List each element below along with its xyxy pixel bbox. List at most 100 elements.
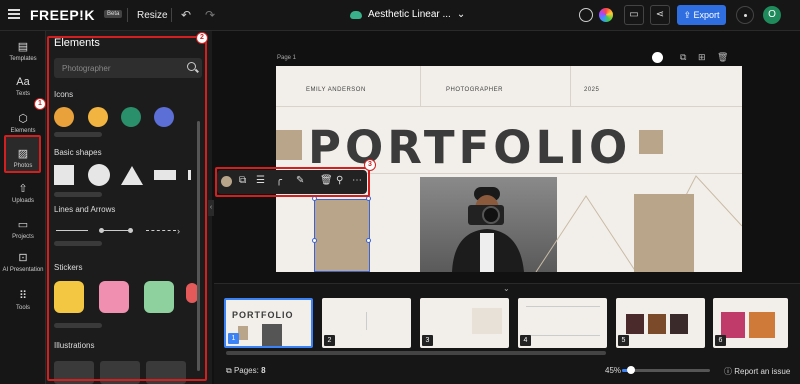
resize-handle[interactable] [312, 238, 317, 243]
shapes-icon: ⬡ [18, 113, 28, 125]
sticker-item[interactable] [54, 281, 84, 313]
icon-item[interactable] [88, 107, 108, 127]
report-issue-label: Report an issue [734, 367, 791, 376]
page-number: 1 [228, 333, 239, 344]
page-number: 5 [618, 335, 629, 346]
thumb-photo [749, 312, 775, 338]
rail-item-elements[interactable]: ⬡ Elements [0, 113, 46, 134]
page-number: 4 [520, 335, 531, 346]
ai-presentation-icon: ⊡ [18, 252, 28, 264]
photo-icon: ▨ [17, 148, 29, 160]
slide-rule [276, 106, 742, 107]
search-icon[interactable] [187, 62, 196, 71]
section-illustrations: Illustrations [54, 341, 95, 350]
thumb-block [472, 308, 502, 334]
strip-scrollbar[interactable] [226, 351, 606, 355]
palette-icon[interactable] [579, 8, 593, 22]
undo-icon[interactable]: ↶ [181, 8, 191, 22]
cloud-saved-icon [350, 10, 362, 19]
folder-icon: ▭ [17, 219, 29, 231]
illustration-item[interactable] [100, 361, 140, 384]
avatar[interactable]: O [763, 6, 781, 24]
page-label: Page 1 [277, 55, 297, 61]
search-placeholder: Photographer [62, 64, 111, 73]
page-thumbnail[interactable]: 4 [518, 298, 607, 348]
square-shape[interactable] [54, 165, 74, 185]
color-wheel-icon[interactable] [599, 8, 613, 22]
slide-role: PHOTOGRAPHER [446, 87, 503, 93]
rail-item-ai-presentation[interactable]: ⊡ AI Presentation [0, 252, 46, 274]
illustration-item[interactable] [146, 361, 186, 384]
dashed-line-item[interactable] [146, 230, 176, 231]
pages-indicator[interactable]: ⧉ Pages: 8 [226, 366, 266, 376]
page-thumbnail[interactable]: 3 [420, 298, 509, 348]
arrow-icon[interactable]: › [177, 226, 180, 236]
selected-rectangle[interactable] [314, 199, 370, 272]
page-thumbnail[interactable]: 5 [616, 298, 705, 348]
annotation-badge-1: 1 [34, 98, 46, 110]
page-thumbnail[interactable]: 2 [322, 298, 411, 348]
sticker-item[interactable] [144, 281, 174, 313]
export-button[interactable]: ⇪ Export [677, 5, 726, 25]
search-input[interactable]: Photographer [54, 58, 202, 78]
illustration-item[interactable] [54, 361, 94, 384]
thumb-decor [238, 326, 248, 340]
placeholder-bar [54, 241, 102, 246]
report-issue-link[interactable]: ⓘ Report an issue [724, 366, 790, 377]
logo[interactable]: FREEP!K [30, 7, 95, 23]
upload-icon: ⇪ [683, 10, 694, 20]
placeholder-bar [54, 192, 102, 197]
icon-item[interactable] [154, 107, 174, 127]
resize-handle[interactable] [366, 238, 371, 243]
trash-icon[interactable]: 🗑 [717, 52, 728, 63]
left-rail: ▤ Templates Aa Texts ⬡ Elements ▨ Photos ⇧ Up… [0, 31, 46, 384]
resize-button[interactable]: Resize [137, 10, 168, 21]
triangle-shape[interactable] [121, 166, 143, 185]
grid-icon: ⠿ [18, 290, 28, 302]
decor-lines [535, 175, 742, 272]
page-number: 6 [715, 335, 726, 346]
status-dot-button[interactable] [736, 6, 754, 24]
add-page-icon[interactable]: ⊞ [698, 52, 706, 63]
rail-item-projects[interactable]: ▭ Projects [0, 219, 46, 240]
bar-shape[interactable] [188, 170, 191, 180]
chevron-down-icon[interactable]: ⌄ [503, 284, 510, 293]
share-icon[interactable]: ⋖ [650, 5, 670, 25]
page-thumbnail[interactable]: 6 [713, 298, 788, 348]
chevron-down-icon: ⌄ [456, 9, 466, 20]
comment-icon[interactable]: ▭ [624, 5, 644, 25]
circle-shape[interactable] [88, 164, 110, 186]
page-color-dot[interactable] [652, 52, 663, 63]
line-item[interactable] [56, 230, 88, 231]
document-title[interactable]: Aesthetic Linear ... ⌄ [350, 9, 465, 20]
page-thumbnail[interactable]: PORTFOLIO 1 [224, 298, 313, 348]
redo-icon[interactable]: ↷ [205, 8, 215, 22]
thumb-photo [262, 324, 282, 346]
zoom-slider-knob[interactable] [626, 366, 635, 374]
duplicate-icon[interactable]: ⧉ [680, 52, 686, 63]
top-bar: FREEP!K Beta Resize ↶ ↷ Aesthetic Linear… [0, 0, 800, 31]
page-number: 3 [422, 335, 433, 346]
slide-year: 2025 [584, 87, 600, 93]
sticker-item[interactable] [99, 281, 129, 313]
section-lines-arrows: Lines and Arrows [54, 205, 116, 214]
thumb-table [526, 306, 600, 336]
templates-icon: ▤ [17, 41, 29, 53]
rail-item-texts[interactable]: Aa Texts [0, 76, 46, 97]
line-dots-item[interactable] [99, 228, 133, 233]
icon-item[interactable] [54, 107, 74, 127]
pages-label: Pages: [233, 366, 259, 375]
page-number: 2 [324, 335, 335, 346]
panel-title: Elements [54, 37, 100, 49]
elements-panel: Elements Photographer Icons Basic shapes… [46, 31, 212, 384]
rail-item-photos[interactable]: ▨ Photos [0, 148, 46, 169]
rail-item-templates[interactable]: ▤ Templates [0, 41, 46, 62]
rail-item-uploads[interactable]: ⇧ Uploads [0, 183, 46, 204]
zoom-slider[interactable] [622, 369, 710, 372]
panel-scrollbar[interactable] [197, 121, 200, 371]
rectangle-shape[interactable] [154, 170, 176, 180]
icon-item[interactable] [121, 107, 141, 127]
menu-icon[interactable] [8, 9, 20, 19]
thumb-photo [670, 314, 688, 334]
rail-item-tools[interactable]: ⠿ Tools [0, 290, 46, 311]
